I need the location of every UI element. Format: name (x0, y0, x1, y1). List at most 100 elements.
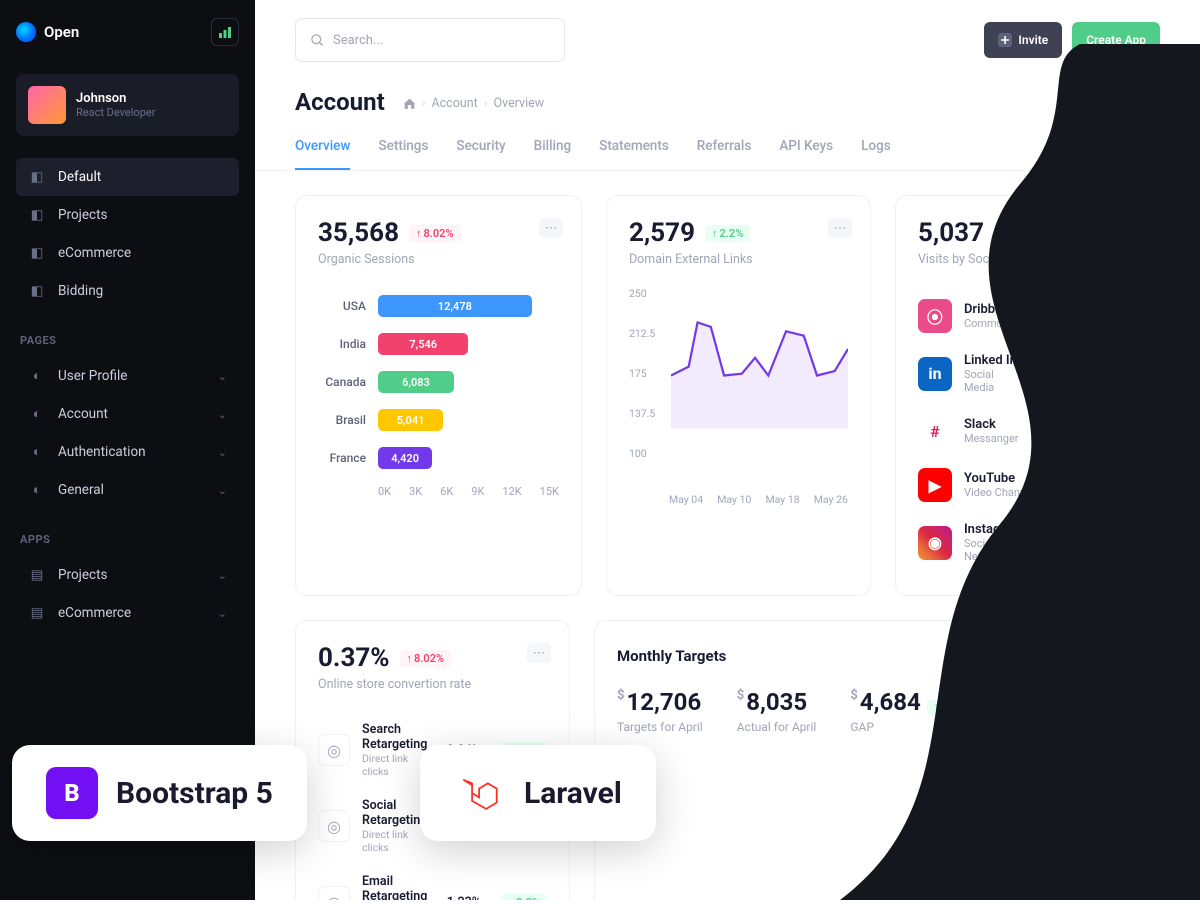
nav-icon: ◧ (28, 168, 46, 186)
search-input[interactable]: Search... (295, 18, 565, 62)
chevron-down-icon: ⌄ (218, 484, 227, 497)
breadcrumb: › Account › Overview (403, 96, 544, 111)
targets-footnote: $357 (617, 774, 1137, 787)
chevron-down-icon: ⌄ (218, 408, 227, 421)
nav-icon: ◐ (28, 443, 46, 461)
sidebar-item-authentication[interactable]: ◐Authentication⌄ (16, 433, 239, 471)
badge-laravel: Laravel (420, 745, 656, 841)
chevron-down-icon: ⌄ (218, 370, 227, 383)
retarget-icon: ◎ (318, 886, 350, 900)
sidebar-item-app-ecommerce[interactable]: ▤eCommerce⌄ (16, 594, 239, 632)
pill-help[interactable]: Help (1179, 230, 1200, 274)
main-content: Search... Invite Create App Account › Ac… (255, 0, 1200, 900)
organic-subtitle: Organic Sessions (318, 252, 559, 267)
card-menu-button[interactable]: ⋯ (1117, 218, 1141, 238)
invite-button[interactable]: Invite (984, 22, 1062, 58)
nav-icon: ◧ (28, 282, 46, 300)
bar-row: Canada6,083 (318, 371, 559, 393)
chevron-down-icon: ⌄ (218, 607, 227, 620)
brand-name: Open (44, 23, 79, 41)
links-value: 2,579 (629, 218, 695, 248)
links-delta: ↑ 2.2% (705, 225, 750, 242)
pill-buy[interactable]: Buy now (1179, 288, 1200, 350)
card-external-links: ⋯ 2,579 ↑ 2.2% Domain External Links 250… (606, 195, 871, 596)
line-chart-svg (671, 287, 848, 429)
nav-icon: ◐ (28, 367, 46, 385)
tab-settings[interactable]: Settings (378, 138, 428, 170)
pill-explore[interactable]: Explore (1179, 168, 1200, 225)
social-icon: in (918, 357, 952, 391)
sidebar-item-account[interactable]: ◐Account⌄ (16, 395, 239, 433)
user-role: React Developer (76, 106, 155, 119)
search-icon (310, 33, 325, 48)
page-title: Account (295, 88, 385, 116)
bar-row: India7,546 (318, 333, 559, 355)
date-range-picker[interactable]: 18 Jan 2023 - 16 Feb 2023 (969, 643, 1137, 668)
sidebar-item-projects[interactable]: ◧Projects (16, 196, 239, 234)
tab-security[interactable]: Security (456, 138, 505, 170)
organic-delta: ↑ 8.02% (409, 225, 461, 242)
badge-bootstrap: B Bootstrap 5 (12, 745, 307, 841)
sidebar-item-user-profile[interactable]: ◐User Profile⌄ (16, 357, 239, 395)
user-name: Johnson (76, 91, 155, 106)
social-row: ◉InstagramSocial Network1,458↑ 8.3% (918, 512, 1137, 573)
laravel-icon (454, 767, 506, 819)
social-value: 5,037 (918, 218, 984, 248)
social-icon: ⦿ (918, 299, 952, 333)
bars-icon (218, 25, 232, 39)
sidebar-item-general[interactable]: ◐General⌄ (16, 471, 239, 509)
brand-logo[interactable]: Open (16, 22, 79, 42)
sidebar-item-app-projects[interactable]: ▤Projects⌄ (16, 556, 239, 594)
sidebar-item-default[interactable]: ◧Default (16, 158, 239, 196)
bar-row: USA12,478 (318, 295, 559, 317)
social-row: #SlackMessanger794↑ 0.2% (918, 404, 1137, 458)
chevron-down-icon: ⌄ (218, 569, 227, 582)
nav-icon: ◐ (28, 405, 46, 423)
nav-icon: ◧ (28, 244, 46, 262)
create-app-button[interactable]: Create App (1072, 22, 1160, 58)
card-menu-button[interactable]: ⋯ (828, 218, 852, 238)
social-icon: ▶ (918, 468, 952, 502)
bar-row: Brasil5,041 (318, 409, 559, 431)
plus-icon (998, 33, 1012, 47)
retarget-icon: ◎ (318, 734, 350, 766)
links-subtitle: Domain External Links (629, 252, 848, 267)
user-card[interactable]: Johnson React Developer (16, 74, 239, 136)
sidebar-item-bidding[interactable]: ◧Bidding (16, 272, 239, 310)
tabs: Overview Settings Security Billing Statement… (255, 116, 1200, 171)
card-menu-button[interactable]: ⋯ (539, 218, 563, 238)
tab-overview[interactable]: Overview (295, 138, 350, 170)
nav-icon: ▤ (28, 604, 46, 622)
retarget-icon: ◎ (318, 810, 350, 842)
tab-statements[interactable]: Statements (599, 138, 669, 170)
conv-subtitle: Online store convertion rate (318, 677, 547, 692)
target-metric: $12,706Targets for April (617, 688, 703, 734)
card-organic-sessions: ⋯ 35,568 ↑ 8.02% Organic Sessions USA12,… (295, 195, 582, 596)
social-subtitle: Visits by Social Networks (918, 252, 1137, 267)
target-metric: $8,035Actual for April (737, 688, 817, 734)
bootstrap-icon: B (46, 767, 98, 819)
nav-icon: ◧ (28, 206, 46, 224)
card-monthly-targets: Monthly Targets 18 Jan 2023 - 16 Feb 202… (594, 620, 1160, 900)
tab-referrals[interactable]: Referrals (697, 138, 752, 170)
tab-logs[interactable]: Logs (861, 138, 891, 170)
chevron-down-icon: ⌄ (218, 446, 227, 459)
targets-title: Monthly Targets (617, 647, 726, 665)
social-icon: ◉ (918, 526, 952, 560)
target-metric: $4,684 ↑ 4.5%GAP (850, 688, 970, 734)
tab-billing[interactable]: Billing (534, 138, 571, 170)
social-icon: # (918, 414, 952, 448)
search-placeholder: Search... (333, 33, 383, 48)
conv-delta: ↑ 8.02% (400, 650, 452, 667)
tab-api-keys[interactable]: API Keys (779, 138, 833, 170)
nav-icon: ◐ (28, 481, 46, 499)
card-menu-button[interactable]: ⋯ (527, 643, 551, 663)
sidebar-item-ecommerce[interactable]: ◧eCommerce (16, 234, 239, 272)
organic-value: 35,568 (318, 218, 399, 248)
conversion-row: ◎Email RetargetingDirect link clicks1.23… (318, 864, 547, 900)
sidebar-toggle-button[interactable] (211, 18, 239, 46)
nav-icon: ▤ (28, 566, 46, 584)
conv-value: 0.37% (318, 643, 390, 673)
avatar (28, 86, 66, 124)
section-pages-header: PAGES (16, 334, 239, 347)
